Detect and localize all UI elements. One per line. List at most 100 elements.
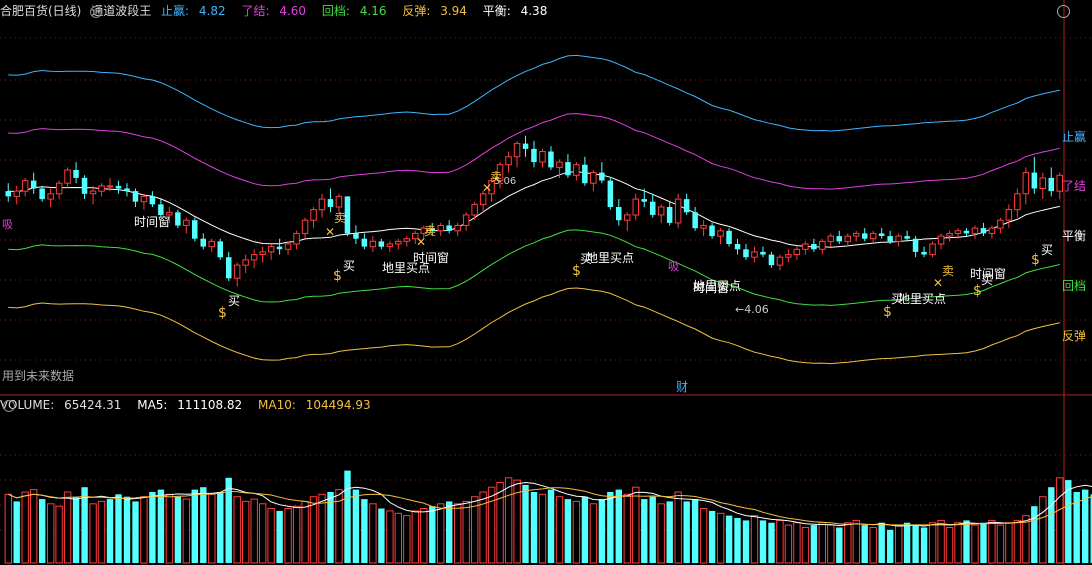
volume-bar: [945, 527, 954, 564]
volume-bar: [530, 492, 538, 563]
candle-body: [827, 235, 834, 242]
label-pullback: 回档: [1062, 279, 1086, 293]
candle-body: [267, 246, 275, 253]
time-window-mark: 时间窗: [970, 267, 1006, 281]
header-balance: 平衡: 4.38: [482, 4, 548, 18]
volume-bar: [47, 503, 55, 564]
volume-bar: [988, 519, 996, 564]
candle-body: [106, 185, 114, 188]
volume-bar: [589, 503, 598, 564]
candle-body: [836, 236, 842, 242]
header-rebound: 反弹: 3.94: [402, 4, 467, 18]
volume-bar: [852, 519, 860, 564]
volume-bar: [63, 491, 72, 564]
volume-bar: [276, 510, 283, 563]
volume-bar: [683, 501, 690, 563]
volume-bar: [801, 527, 810, 564]
volume-bar: [1048, 487, 1055, 563]
candle-body: [904, 236, 910, 239]
volume-bar: [4, 493, 12, 564]
candle-body: [878, 233, 885, 236]
volume-panel-button[interactable]: [3, 400, 15, 412]
candle-body: [318, 198, 326, 211]
volume-bar: [1082, 489, 1089, 563]
volume-bar: [394, 512, 403, 564]
volume-bar: [39, 499, 46, 563]
volume-bar: [149, 492, 156, 563]
svg-text:卖: 卖: [424, 224, 436, 238]
volume-bar: [632, 486, 640, 564]
stock-chart[interactable]: 止赢 了结 平衡 回档 反弹 吸 用到未来数据 财 吸 $ 买 $ 买 $ 买 …: [0, 0, 1092, 565]
volume-bar: [411, 510, 420, 564]
volume-bar: [250, 498, 258, 564]
sell-arrow-icon: ✕: [325, 225, 335, 239]
volume-bar: [1005, 522, 1013, 564]
volume-bar: [378, 508, 385, 563]
candle-body: [624, 214, 631, 221]
panel-options-icon[interactable]: [1057, 5, 1070, 18]
volume-bar: [106, 499, 114, 563]
volume-bar: [768, 522, 775, 563]
candle-body: [39, 188, 45, 200]
volume-bar: [200, 487, 207, 563]
candle-body: [862, 233, 868, 239]
volume-bar: [352, 489, 360, 563]
volume-bar: [1031, 506, 1038, 563]
candle-body: [73, 170, 79, 178]
volume-bar: [115, 494, 122, 563]
candle-body: [1022, 172, 1030, 195]
volume-bar: [716, 512, 725, 564]
candle-body: [284, 243, 292, 250]
volume-bar: [30, 489, 38, 564]
volume-bar: [191, 489, 198, 563]
bottom-buy-mark: 地里买点: [382, 261, 430, 275]
volume-bar: [725, 515, 733, 563]
candle-body: [641, 199, 647, 202]
candle-body: [233, 264, 241, 279]
volume-bar: [386, 510, 394, 564]
volume-bar: [844, 522, 852, 564]
candle-body: [582, 164, 588, 184]
volume-bar: [818, 522, 826, 564]
volume-bar: [225, 477, 232, 563]
money-bag-icon: $: [333, 268, 342, 284]
header-stop-profit: 止赢: 4.82: [161, 4, 226, 18]
panel-collapse-button[interactable]: [90, 6, 102, 18]
volume-bar: [81, 487, 88, 563]
candle-body: [226, 257, 232, 279]
money-bag-icon: $: [218, 305, 227, 321]
volume-bar: [420, 508, 428, 564]
volume-bar: [649, 496, 656, 563]
candle-body: [327, 199, 334, 207]
volume-bar: [437, 503, 445, 564]
candle-body: [912, 238, 919, 252]
volume-bar: [598, 499, 606, 563]
candle-body: [471, 203, 478, 216]
candle-body: [971, 227, 979, 234]
volume-bar: [1039, 496, 1047, 564]
volume-bar: [259, 503, 267, 564]
candle-body: [674, 198, 682, 224]
candle-body: [89, 190, 97, 195]
candle-body: [175, 212, 181, 226]
bottom-buy-mark: 地里买点: [693, 279, 741, 293]
volume-bar: [963, 520, 970, 563]
volume-bar: [920, 527, 928, 563]
volume-bar: [555, 496, 564, 564]
candle-body: [200, 238, 206, 247]
volume-bar: [615, 489, 622, 563]
candle-body: [929, 243, 936, 256]
money-bag-icon: $: [1031, 252, 1040, 268]
candle-body: [1014, 193, 1021, 211]
volume-bar: [734, 518, 741, 563]
candle-body: [844, 235, 851, 242]
volume-bar: [581, 496, 589, 563]
volume-bar: [971, 524, 979, 564]
candle-body: [954, 230, 962, 234]
label-stop-profit: 止赢: [1062, 129, 1086, 144]
volume-bar: [954, 522, 962, 564]
volume-title: VOLUME: 65424.31: [0, 398, 122, 412]
candle-body: [869, 232, 877, 240]
volume-bar: [784, 524, 793, 564]
volume-bar: [912, 525, 919, 563]
